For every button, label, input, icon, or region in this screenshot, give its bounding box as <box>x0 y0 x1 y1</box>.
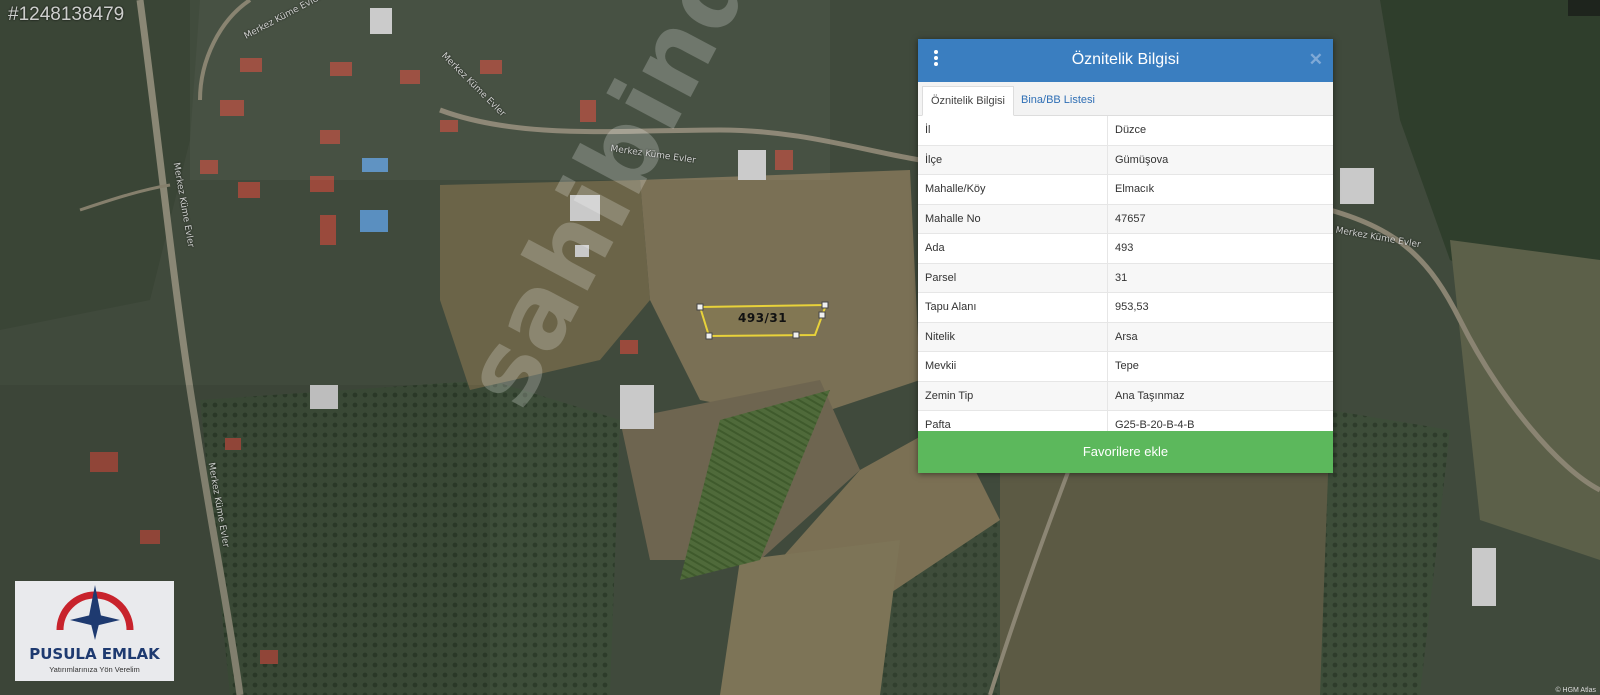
tab-attribute-info[interactable]: Öznitelik Bilgisi <box>922 86 1014 116</box>
table-row: Parsel 31 <box>918 263 1333 293</box>
table-row: Mahalle No 47657 <box>918 204 1333 234</box>
attr-value: 31 <box>1115 271 1128 284</box>
table-row: Tapu Alanı 953,53 <box>918 293 1333 323</box>
satellite-map[interactable] <box>0 0 1600 695</box>
attr-value: Düzce <box>1115 124 1147 136</box>
attr-value: 493 <box>1115 242 1134 254</box>
attribute-table: İl Düzce İlçe Gümüşova Mahalle/Köy Elmacık … <box>918 116 1333 441</box>
panel-tabs: Öznitelik Bilgisi Bina/BB Listesi <box>918 82 1333 116</box>
panel-title: Öznitelik Bilgisi <box>1071 51 1180 68</box>
map-corner-control[interactable] <box>1568 0 1600 16</box>
attr-key: İl <box>918 116 1108 145</box>
attr-key: Tapu Alanı <box>918 293 1108 322</box>
close-icon[interactable]: ✕ <box>1309 50 1323 70</box>
table-row: İl Düzce <box>918 116 1333 146</box>
attr-key: Mahalle No <box>918 204 1108 233</box>
table-row: Nitelik Arsa <box>918 322 1333 352</box>
attr-key: Nitelik <box>918 322 1108 351</box>
table-row: Mevkii Tepe <box>918 352 1333 382</box>
attr-key: Mevkii <box>918 352 1108 381</box>
table-row: İlçe Gümüşova <box>918 145 1333 175</box>
attr-value: Tepe <box>1115 360 1139 372</box>
listing-id: #1248138479 <box>8 4 125 25</box>
table-row: Ada 493 <box>918 234 1333 264</box>
logo-name: PUSULA EMLAK <box>29 645 160 663</box>
logo-slogan: Yatırımlarınıza Yön Verelim <box>49 665 140 674</box>
attr-key: Mahalle/Köy <box>918 175 1108 204</box>
attr-value: Gümüşova <box>1115 153 1169 166</box>
attr-value: 47657 <box>1115 212 1146 225</box>
parcel-label[interactable]: 493/31 <box>738 311 787 325</box>
company-logo: PUSULA EMLAK Yatırımlarınıza Yön Verelim <box>15 581 174 681</box>
panel-header: Öznitelik Bilgisi ✕ <box>918 39 1333 82</box>
attr-value: Arsa <box>1115 330 1138 343</box>
tab-building-list[interactable]: Bina/BB Listesi <box>1013 86 1103 114</box>
attr-value: Elmacık <box>1115 183 1155 195</box>
attr-key: Parsel <box>918 263 1108 292</box>
attr-key: Ada <box>918 234 1108 263</box>
attribute-info-panel: Öznitelik Bilgisi ✕ Öznitelik Bilgisi Bi… <box>918 39 1333 473</box>
table-row: Zemin Tip Ana Taşınmaz <box>918 381 1333 411</box>
attr-key: Zemin Tip <box>918 381 1108 410</box>
attr-key: İlçe <box>918 145 1108 174</box>
add-to-favorites-button[interactable]: Favorilere ekle <box>918 431 1333 473</box>
attr-value: 953,53 <box>1115 301 1149 313</box>
map-attribution: © HGM Atlas <box>1555 687 1596 694</box>
table-row: Mahalle/Köy Elmacık <box>918 175 1333 205</box>
attr-value: Ana Taşınmaz <box>1115 389 1185 402</box>
